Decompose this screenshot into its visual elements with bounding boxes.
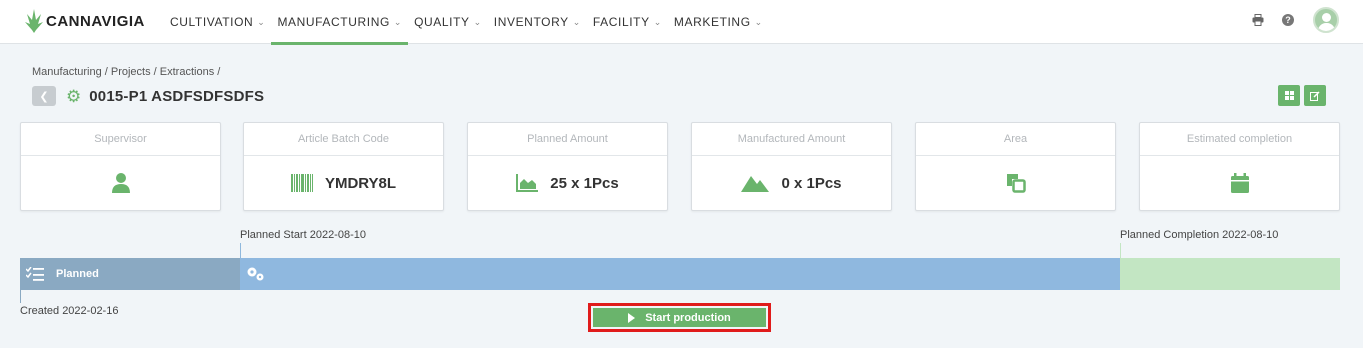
leaf-logo-icon	[25, 9, 43, 33]
grid-view-button[interactable]	[1278, 85, 1300, 106]
clone-icon	[1006, 174, 1026, 193]
chevron-down-icon: ⌄	[393, 16, 403, 27]
card-supervisor[interactable]: Supervisor	[20, 122, 221, 211]
card-value: YMDRY8L	[324, 174, 397, 192]
gears-icon	[247, 267, 264, 281]
timeline-segment-completion	[1120, 258, 1340, 290]
gear-icon: ⚙	[66, 86, 82, 106]
card-label: Estimated completion	[1140, 123, 1339, 156]
page-title: 0015-P1 ASDFSDFSDFS	[89, 87, 265, 105]
chevron-down-icon: ⌄	[653, 16, 662, 27]
barcode-icon	[290, 174, 313, 192]
user-icon	[111, 173, 130, 193]
card-value: 25 x 1Pcs	[550, 174, 619, 192]
created-label: Created 2022-02-16	[20, 305, 119, 317]
planned-completion-label: Planned Completion 2022-08-10	[1120, 229, 1279, 241]
card-body: 25 x 1Pcs	[468, 156, 667, 210]
card-label: Supervisor	[21, 123, 220, 156]
start-production-button[interactable]: Start production	[593, 308, 766, 327]
created-marker	[20, 290, 21, 303]
nav-inventory[interactable]: INVENTORY ⌄	[488, 0, 587, 44]
planned-completion-marker	[1120, 243, 1121, 258]
calendar-icon	[1230, 173, 1249, 193]
planned-start-marker	[240, 243, 241, 258]
card-body	[1140, 156, 1339, 210]
nav-label: FACILITY	[592, 15, 650, 29]
card-label: Article Batch Code	[244, 123, 443, 156]
print-icon[interactable]	[1251, 13, 1265, 27]
logo-text: CANNAVIGIA	[46, 12, 145, 30]
card-planned-amount[interactable]: Planned Amount 25 x 1Pcs	[467, 122, 668, 211]
app-logo[interactable]: CANNAVIGIA	[24, 6, 145, 36]
card-label: Planned Amount	[468, 123, 667, 156]
card-label: Area	[916, 123, 1115, 156]
nav-cultivation[interactable]: CULTIVATION ⌄	[164, 0, 271, 44]
edit-button[interactable]	[1304, 85, 1326, 106]
card-body	[21, 156, 220, 210]
mountain-icon	[741, 176, 770, 192]
timeline-stage-label: Planned	[56, 268, 99, 280]
chevron-down-icon: ⌄	[473, 16, 482, 27]
chevron-down-icon: ⌄	[754, 16, 763, 27]
title-row: ❮ ⚙ 0015-P1 ASDFSDFSDFS	[32, 85, 264, 107]
nav-marketing[interactable]: MARKETING ⌄	[668, 0, 769, 44]
checklist-icon	[26, 267, 44, 281]
card-manufactured-amount[interactable]: Manufactured Amount 0 x 1Pcs	[691, 122, 892, 211]
grid-icon	[1284, 91, 1294, 100]
question-icon: ?	[1282, 14, 1294, 26]
header-actions	[1274, 85, 1326, 106]
info-cards: Supervisor Article Batch Code YMDRY8L Pl…	[20, 122, 1341, 211]
area-chart-icon	[516, 174, 539, 192]
card-body: YMDRY8L	[244, 156, 443, 210]
chevron-down-icon: ⌄	[572, 16, 581, 27]
main-nav: CULTIVATION ⌄ MANUFACTURING ⌄ QUALITY ⌄ INV…	[164, 0, 769, 45]
nav-label: MANUFACTURING	[277, 15, 390, 29]
timeline-segment-planned[interactable]: Planned	[20, 258, 240, 290]
nav-label: QUALITY	[414, 15, 470, 29]
chevron-left-icon: ❮	[39, 90, 49, 103]
back-button[interactable]: ❮	[32, 86, 56, 106]
help-button[interactable]: ?	[1281, 13, 1295, 27]
card-estimated-completion[interactable]: Estimated completion	[1139, 122, 1340, 211]
nav-quality[interactable]: QUALITY ⌄	[408, 0, 488, 44]
nav-label: INVENTORY	[493, 15, 569, 29]
user-avatar[interactable]	[1313, 7, 1339, 33]
card-label: Manufactured Amount	[692, 123, 891, 156]
card-area[interactable]: Area	[915, 122, 1116, 211]
timeline-segment-production[interactable]	[240, 258, 1120, 290]
planned-start-label: Planned Start 2022-08-10	[240, 229, 366, 241]
top-navigation-bar: CANNAVIGIA CULTIVATION ⌄ MANUFACTURING ⌄ Q…	[0, 0, 1363, 45]
edit-icon	[1310, 90, 1320, 101]
nav-manufacturing[interactable]: MANUFACTURING ⌄	[271, 0, 408, 45]
chevron-down-icon: ⌄	[257, 16, 266, 27]
card-body: 0 x 1Pcs	[692, 156, 891, 210]
play-icon	[628, 312, 636, 323]
start-production-highlight: Start production	[588, 303, 771, 332]
start-production-label: Start production	[645, 311, 731, 324]
timeline-bar: Planned	[20, 258, 1340, 290]
top-right-icons: ?	[1235, 7, 1339, 33]
card-body	[916, 156, 1115, 210]
card-value: 0 x 1Pcs	[781, 174, 842, 192]
card-article-batch-code[interactable]: Article Batch Code YMDRY8L	[243, 122, 444, 211]
nav-label: MARKETING	[673, 15, 751, 29]
breadcrumb[interactable]: Manufacturing / Projects / Extractions /	[32, 66, 220, 78]
nav-label: CULTIVATION	[170, 15, 254, 29]
nav-facility[interactable]: FACILITY ⌄	[587, 0, 668, 44]
